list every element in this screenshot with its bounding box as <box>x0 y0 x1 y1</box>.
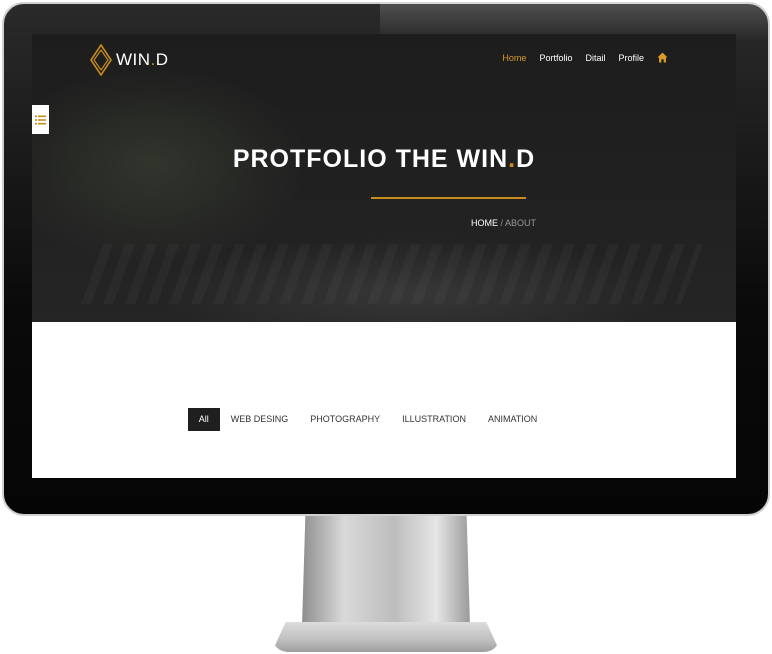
filter-web-desing[interactable]: WEB DESING <box>220 408 300 431</box>
filter-photography[interactable]: PHOTOGRAPHY <box>299 408 391 431</box>
portfolio-filters: All WEB DESING PHOTOGRAPHY ILLUSTRATION … <box>32 408 720 431</box>
list-icon <box>35 115 46 124</box>
home-icon[interactable] <box>657 52 668 63</box>
logo-diamond-icon <box>90 44 112 76</box>
nav-portfolio[interactable]: Portfolio <box>539 53 572 63</box>
filter-animation[interactable]: ANIMATION <box>477 408 548 431</box>
hero-background-laptop <box>81 244 703 304</box>
breadcrumb-separator: / <box>498 218 506 228</box>
nav-ditail[interactable]: Ditail <box>585 53 605 63</box>
page-title: PROTFOLIO THE WIN.D <box>232 145 536 173</box>
site-logo[interactable]: WIN.D <box>90 44 169 76</box>
nav-profile[interactable]: Profile <box>618 53 644 63</box>
nav-home[interactable]: Home <box>502 53 526 63</box>
breadcrumb: HOME / ABOUT <box>471 218 536 228</box>
monitor-screen: WIN.D Home Portfolio Ditail Profile PROT… <box>32 34 736 478</box>
filter-all[interactable]: All <box>187 408 220 431</box>
main-nav: Home Portfolio Ditail Profile <box>502 52 668 63</box>
filter-illustration[interactable]: ILLUSTRATION <box>391 408 477 431</box>
title-divider <box>371 197 526 199</box>
side-menu-toggle[interactable] <box>32 105 49 134</box>
hero-banner: WIN.D Home Portfolio Ditail Profile PROT… <box>32 34 736 322</box>
breadcrumb-home[interactable]: HOME <box>471 218 498 228</box>
logo-text: WIN.D <box>116 50 169 69</box>
monitor-stand-neck <box>302 516 470 626</box>
monitor-stand-base <box>272 622 500 652</box>
breadcrumb-current: ABOUT <box>505 218 537 228</box>
